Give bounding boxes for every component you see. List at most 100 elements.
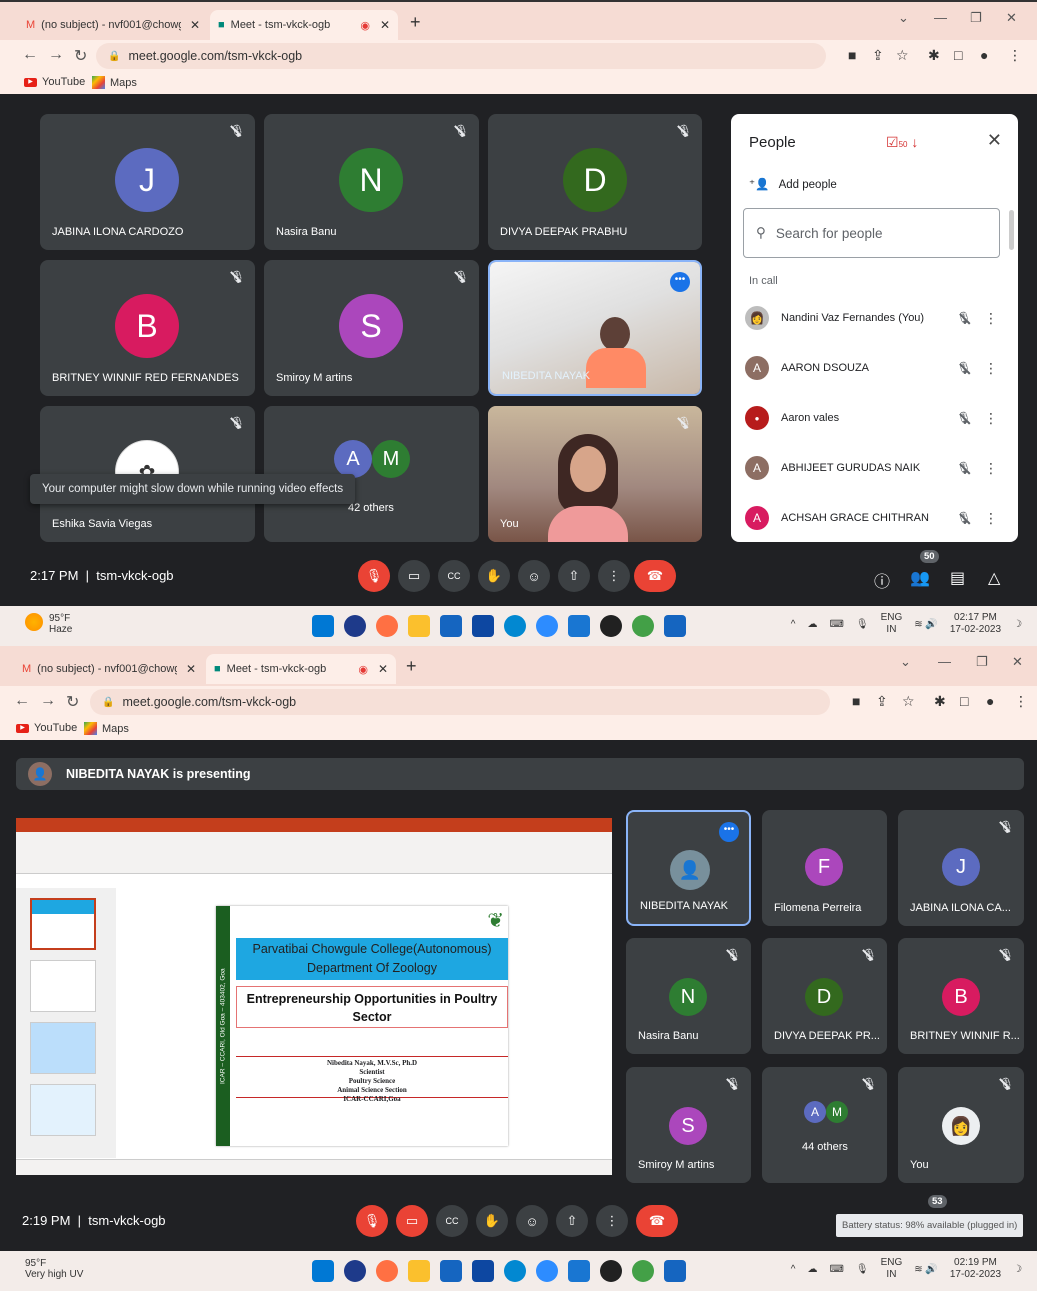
raise-hand-button[interactable]: ✋ xyxy=(476,1205,508,1237)
forward-icon[interactable]: → xyxy=(48,46,64,64)
participant-tile[interactable]: 🎙 S Smiroy M artins xyxy=(264,260,479,396)
activities-icon[interactable]: △ xyxy=(988,568,1000,588)
participant-tile[interactable]: 🎙 B BRITNEY WINNIF RED FERNANDES xyxy=(40,260,255,396)
close-tab-icon[interactable]: ✕ xyxy=(378,662,388,676)
participant-tile[interactable]: 🎙 N Nasira Banu xyxy=(626,938,751,1054)
reload-icon[interactable]: ↻ xyxy=(66,692,79,712)
edge-icon[interactable] xyxy=(504,1260,526,1282)
participant-tile[interactable]: 🎙 J JABINA ILONA CA... xyxy=(898,810,1024,926)
photos-icon[interactable] xyxy=(472,615,494,637)
search-people-input[interactable]: ⚲ Search for people xyxy=(743,208,1000,258)
close-tab-icon[interactable]: ✕ xyxy=(190,18,200,32)
chrome-active-icon[interactable] xyxy=(632,1260,654,1282)
chat-app-icon[interactable] xyxy=(344,1260,366,1282)
zoom-icon[interactable] xyxy=(536,615,558,637)
add-people-button[interactable]: ⁺👤 Add people xyxy=(749,177,837,191)
mic-toggle-button[interactable]: 🎙 xyxy=(356,1205,388,1237)
reload-icon[interactable]: ↻ xyxy=(74,46,87,66)
more-vert-icon[interactable]: ⋮ xyxy=(979,360,1003,377)
taskbar-clock[interactable]: 02:17 PM 17-02-2023 xyxy=(950,612,1001,636)
tab-meet[interactable]: ■ Meet - tsm-vkck-ogb ◉ ✕ xyxy=(206,654,396,684)
edge-icon[interactable] xyxy=(504,615,526,637)
panel-scrollbar[interactable] xyxy=(1009,210,1014,250)
app-icon[interactable] xyxy=(600,615,622,637)
word-icon[interactable] xyxy=(664,1260,686,1282)
participant-tile[interactable]: F Filomena Perreira xyxy=(762,810,887,926)
word-icon[interactable] xyxy=(664,615,686,637)
drive-icon[interactable]: ☁ xyxy=(807,619,817,630)
bookmark-youtube[interactable]: ▶ YouTube xyxy=(16,722,77,734)
profile-avatar-icon[interactable]: ● xyxy=(980,47,988,63)
sidepanel-icon[interactable]: □ xyxy=(954,47,962,63)
people-list-item[interactable]: A ACHSAH GRACE CHITHRAN 🎙 ⋮ xyxy=(745,500,1003,536)
file-explorer-icon[interactable] xyxy=(408,1260,430,1282)
tab-search-icon[interactable]: ⌄ xyxy=(898,10,909,26)
app-icon[interactable] xyxy=(568,1260,590,1282)
more-options-button[interactable]: ⋮ xyxy=(598,560,630,592)
taskbar-clock[interactable]: 02:19 PM 17-02-2023 xyxy=(950,1257,1001,1281)
info-icon[interactable]: ⓘ xyxy=(874,568,890,592)
camera-toggle-button[interactable]: ▭ xyxy=(398,560,430,592)
extensions-icon[interactable]: ✱ xyxy=(934,693,946,710)
camera-in-use-icon[interactable]: ■ xyxy=(848,47,856,63)
chevron-up-icon[interactable]: ^ xyxy=(791,1264,796,1275)
people-list-item[interactable]: A AARON DSOUZA 🎙 ⋮ xyxy=(745,350,1003,386)
keyboard-icon[interactable]: ⌨ xyxy=(829,619,843,630)
self-tile[interactable]: 🎙 You xyxy=(488,406,702,542)
bookmark-star-icon[interactable]: ☆ xyxy=(902,693,915,710)
present-button[interactable]: ⇧ xyxy=(556,1205,588,1237)
share-icon[interactable]: ⇪ xyxy=(872,47,884,64)
notification-icon[interactable]: ☽ xyxy=(1013,619,1022,630)
more-options-icon[interactable]: ••• xyxy=(719,822,739,842)
participant-tile-speaking[interactable]: ••• NIBEDITA NAYAK xyxy=(488,260,702,396)
chrome-icon[interactable] xyxy=(376,1260,398,1282)
profile-avatar-icon[interactable]: ● xyxy=(986,693,994,709)
camera-in-use-icon[interactable]: ■ xyxy=(852,693,860,709)
sidepanel-icon[interactable]: □ xyxy=(960,693,968,709)
new-tab-button[interactable]: + xyxy=(410,12,421,33)
chat-icon[interactable]: ▤ xyxy=(950,568,965,588)
self-tile[interactable]: 🎙 👩 You xyxy=(898,1067,1024,1183)
language-indicator[interactable]: ENG IN xyxy=(881,612,903,636)
tab-gmail[interactable]: M (no subject) - nvf001@chowgule ✕ xyxy=(18,10,208,40)
chevron-up-icon[interactable]: ^ xyxy=(791,619,796,630)
tab-search-icon[interactable]: ⌄ xyxy=(900,654,911,670)
participant-tile-speaking[interactable]: ••• 👤 NIBEDITA NAYAK xyxy=(626,810,751,926)
tab-meet[interactable]: ■ Meet - tsm-vkck-ogb ◉ ✕ xyxy=(210,10,398,40)
photos-icon[interactable] xyxy=(472,1260,494,1282)
more-options-button[interactable]: ⋮ xyxy=(596,1205,628,1237)
more-vert-icon[interactable]: ⋮ xyxy=(979,410,1003,427)
browser-menu-icon[interactable]: ⋮ xyxy=(1014,693,1028,710)
close-tab-icon[interactable]: ✕ xyxy=(186,662,196,676)
url-bar[interactable]: 🔒 meet.google.com/tsm-vkck-ogb xyxy=(96,43,826,69)
app-icon[interactable] xyxy=(600,1260,622,1282)
tab-gmail[interactable]: M (no subject) - nvf001@chowgule ✕ xyxy=(14,654,204,684)
start-icon[interactable] xyxy=(312,1260,334,1282)
chrome-active-icon[interactable] xyxy=(632,615,654,637)
more-vert-icon[interactable]: ⋮ xyxy=(979,510,1003,527)
new-tab-button[interactable]: + xyxy=(406,656,417,677)
drive-icon[interactable]: ☁ xyxy=(807,1264,817,1275)
chrome-icon[interactable] xyxy=(376,615,398,637)
people-list-item[interactable]: 👩 Nandini Vaz Fernandes (You) 🎙 ⋮ xyxy=(745,300,1003,336)
participant-tile[interactable]: 🎙 J JABINA ILONA CARDOZO xyxy=(40,114,255,250)
bookmark-maps[interactable]: Maps xyxy=(84,722,129,735)
close-tab-icon[interactable]: ✕ xyxy=(380,18,390,32)
participant-tile[interactable]: 🎙 S Smiroy M artins xyxy=(626,1067,751,1183)
hangup-button[interactable]: ☎ xyxy=(636,1205,678,1237)
share-icon[interactable]: ⇪ xyxy=(876,693,888,710)
close-window-button[interactable]: ✕ xyxy=(1006,10,1017,26)
chat-app-icon[interactable] xyxy=(344,615,366,637)
keyboard-icon[interactable]: ⌨ xyxy=(829,1264,843,1275)
mic-icon[interactable]: 🎙 xyxy=(856,619,869,630)
present-button[interactable]: ⇧ xyxy=(558,560,590,592)
captions-button[interactable]: CC xyxy=(438,560,470,592)
close-panel-button[interactable]: ✕ xyxy=(987,130,1002,151)
more-options-icon[interactable]: ••• xyxy=(670,272,690,292)
people-icon[interactable]: 👥 xyxy=(910,568,930,588)
minimize-button[interactable]: — xyxy=(938,654,951,669)
bookmark-maps[interactable]: Maps xyxy=(92,76,137,89)
mic-icon[interactable]: 🎙 xyxy=(856,1264,869,1275)
more-vert-icon[interactable]: ⋮ xyxy=(979,310,1003,327)
wifi-volume-icon[interactable]: ≋ 🔊 xyxy=(914,1264,938,1275)
